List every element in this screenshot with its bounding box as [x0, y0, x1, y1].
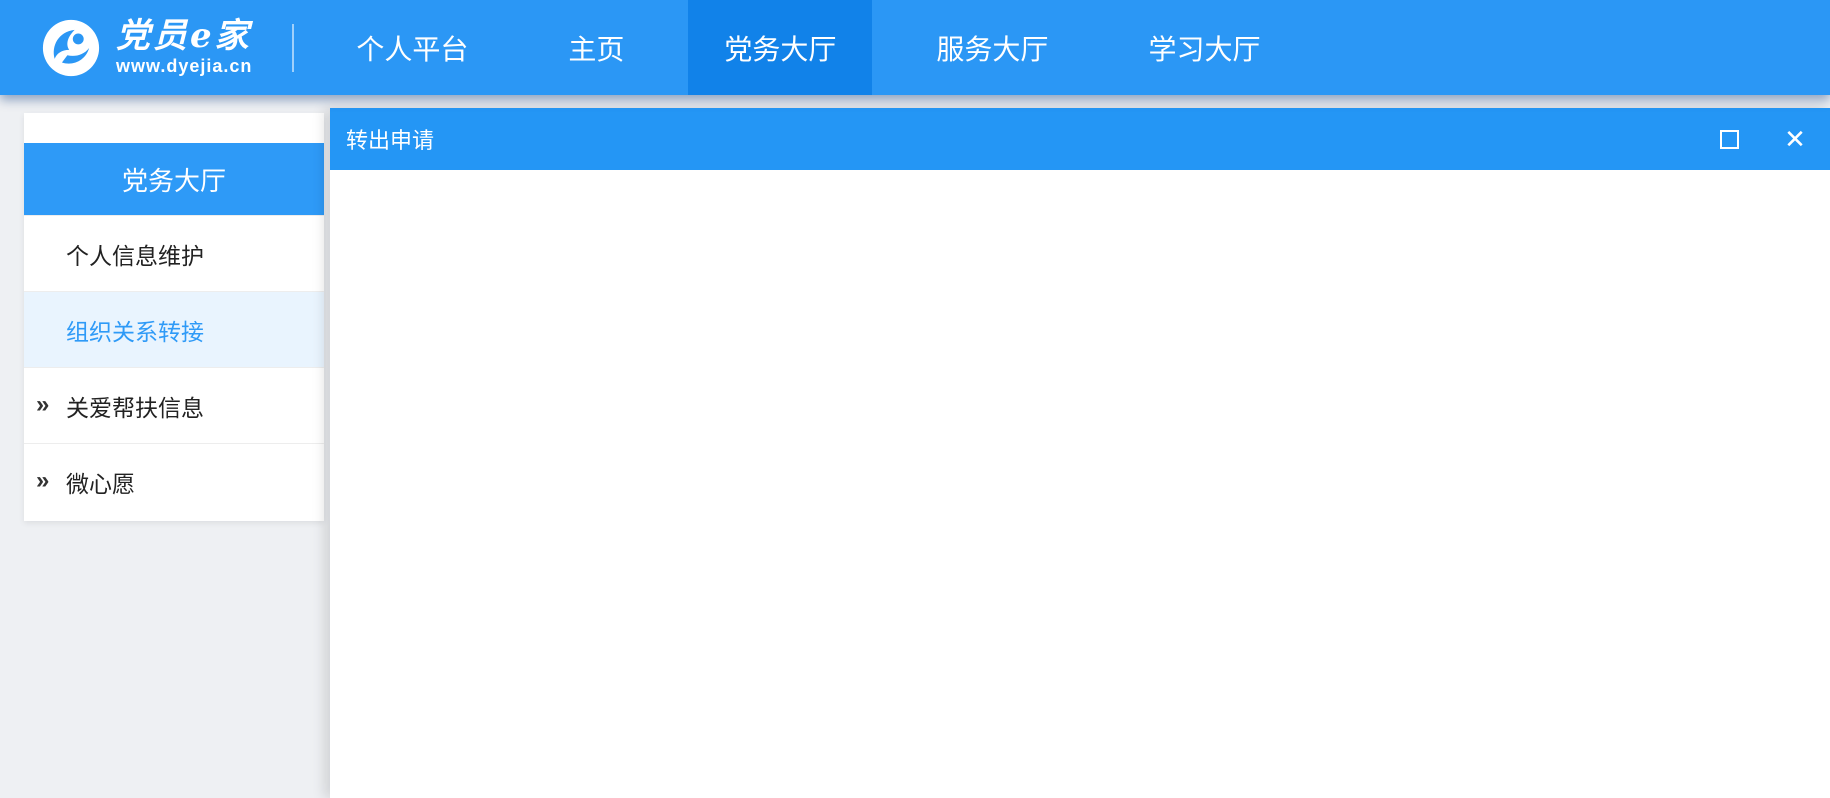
nav-item-service-hall[interactable]: 服务大厅: [900, 0, 1084, 95]
sidebar-item-label: 关爱帮扶信息: [66, 389, 204, 423]
sidebar-item-care-support[interactable]: » 关爱帮扶信息: [24, 367, 324, 443]
panel-title: 转出申请: [346, 123, 434, 155]
window-controls: ✕: [1716, 126, 1830, 152]
sidebar-item-micro-wish[interactable]: » 微心愿: [24, 443, 324, 519]
close-button[interactable]: ✕: [1782, 126, 1808, 152]
logo-icon: [42, 19, 100, 77]
logo-title: 党员e家: [116, 18, 252, 54]
transfer-out-panel: 转出申请 ✕: [330, 108, 1830, 798]
sidebar: 党务大厅 个人信息维护 组织关系转接 » 关爱帮扶信息 » 微心愿: [24, 113, 324, 521]
maximize-button[interactable]: [1716, 126, 1742, 152]
sidebar-item-personal-info[interactable]: 个人信息维护: [24, 215, 324, 291]
logo-text: 党员e家 www.dyejia.cn: [116, 18, 252, 77]
sidebar-item-label: 个人信息维护: [66, 237, 204, 271]
nav-item-study-hall[interactable]: 学习大厅: [1112, 0, 1296, 95]
sidebar-header: 党务大厅: [24, 143, 324, 215]
sidebar-item-label: 组织关系转接: [66, 313, 204, 347]
logo-url: www.dyejia.cn: [116, 56, 252, 77]
nav-item-home[interactable]: 主页: [532, 0, 660, 95]
sidebar-item-label: 微心愿: [66, 465, 135, 499]
nav-item-party-hall[interactable]: 党务大厅: [688, 0, 872, 95]
chevron-right-icon: »: [36, 466, 49, 494]
nav-divider: [292, 24, 294, 72]
chevron-right-icon: »: [36, 390, 49, 418]
app-window: 党员e家 www.dyejia.cn 个人平台 主页 党务大厅 服务大厅 学习大…: [0, 0, 1830, 798]
maximize-icon: [1720, 130, 1739, 149]
top-navbar: 党员e家 www.dyejia.cn 个人平台 主页 党务大厅 服务大厅 学习大…: [0, 0, 1830, 95]
logo[interactable]: 党员e家 www.dyejia.cn: [42, 18, 252, 77]
nav-item-personal-platform[interactable]: 个人平台: [320, 0, 504, 95]
sidebar-item-org-transfer[interactable]: 组织关系转接: [24, 291, 324, 367]
panel-titlebar: 转出申请 ✕: [330, 108, 1830, 170]
close-icon: ✕: [1784, 126, 1806, 152]
